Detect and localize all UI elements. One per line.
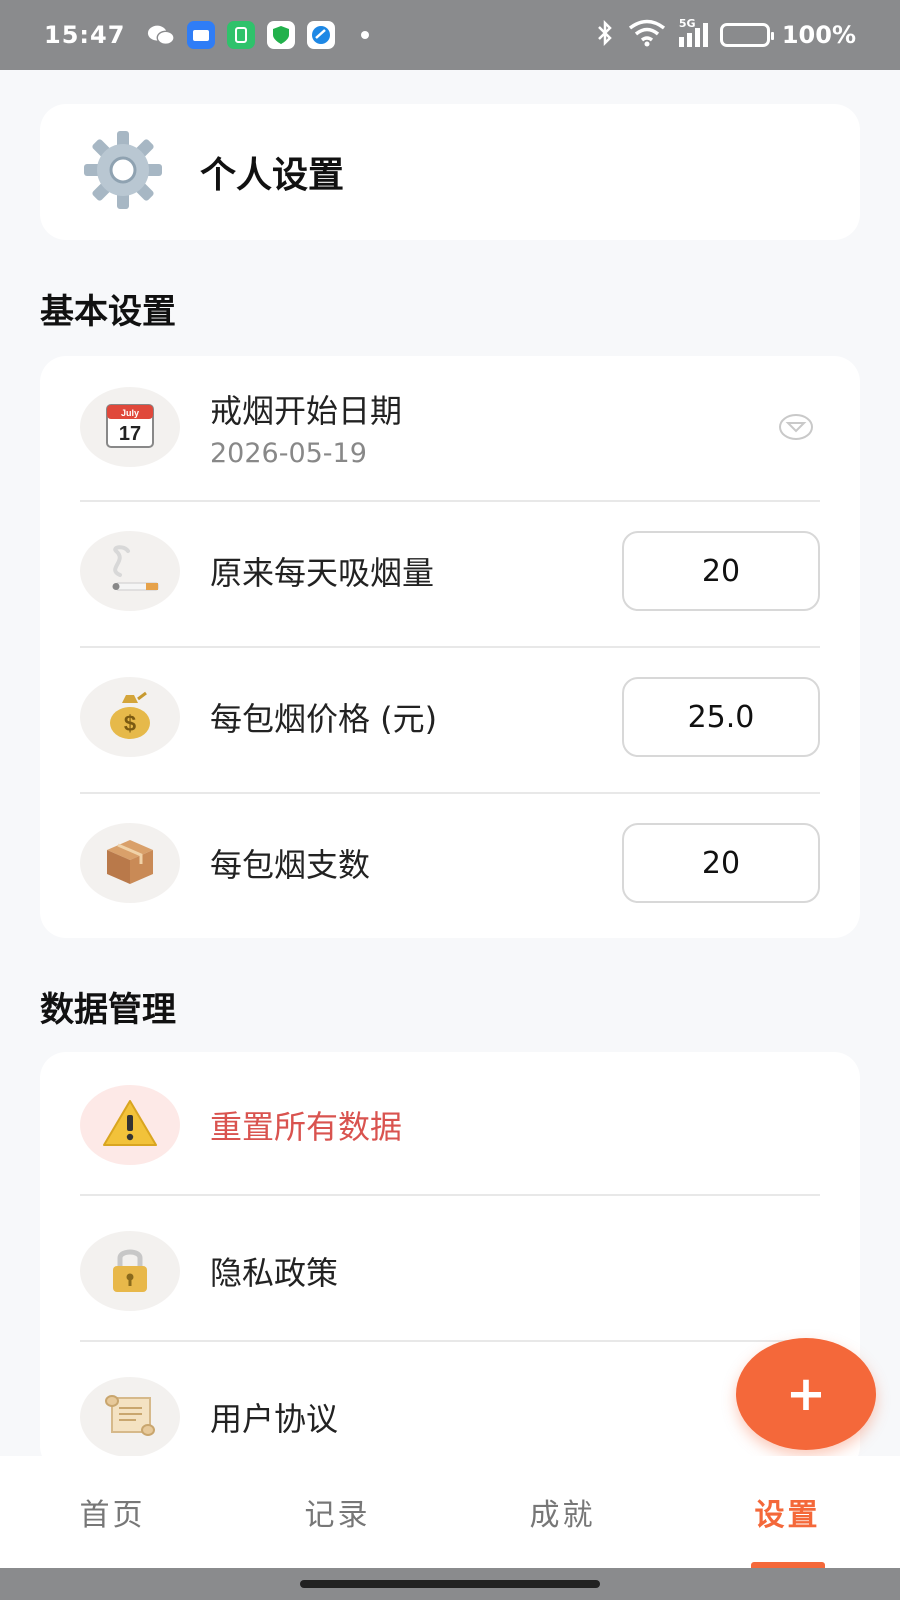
scroll-icon-circle: [80, 1377, 180, 1457]
network-type: 5G: [678, 17, 696, 30]
pack-price-input[interactable]: [622, 677, 820, 757]
money-bag-icon-circle: $: [80, 677, 180, 757]
money-bag-icon: $: [104, 689, 156, 745]
divider: [80, 646, 820, 648]
gesture-bar: [0, 1568, 900, 1600]
status-bar: 15:47 5G 100%: [0, 0, 900, 70]
divider: [80, 1340, 820, 1342]
setting-row-pack-price: $ 每包烟价格 (元): [80, 672, 820, 762]
divider: [80, 792, 820, 794]
reset-texts: 重置所有数据: [210, 1102, 402, 1148]
status-time: 15:47: [44, 21, 126, 49]
signal-icon: 5G: [678, 17, 708, 47]
page-title: 个人设置: [200, 155, 345, 196]
notification-dot: [361, 31, 370, 39]
status-left: 15:47: [44, 21, 370, 49]
folder-app-icon: [187, 21, 216, 49]
privacy-label: 隐私政策: [210, 1254, 339, 1292]
shield-app-icon: [267, 21, 296, 49]
green-app-icon: [227, 21, 256, 49]
wifi-icon: [627, 19, 667, 51]
setting-row-daily-cigarettes: 原来每天吸烟量: [80, 526, 820, 616]
daily-cigarettes-input[interactable]: [622, 531, 820, 611]
bluetooth-icon: [595, 19, 615, 51]
battery-level: 100%: [781, 21, 856, 49]
reset-label: 重置所有数据: [210, 1108, 403, 1146]
warning-icon-circle: [80, 1085, 180, 1165]
bottom-nav: 首页 记录 成就 设置: [0, 1456, 900, 1568]
nav-tab-records[interactable]: 记录: [225, 1456, 450, 1568]
quit-date-label: 戒烟开始日期: [210, 391, 403, 430]
status-right: 5G 100%: [595, 17, 856, 51]
setting-row-reset[interactable]: 重置所有数据: [80, 1080, 820, 1170]
chevron-down-icon[interactable]: [778, 413, 814, 441]
nav-tab-settings[interactable]: 设置: [675, 1456, 900, 1568]
pack-count-texts: 每包烟支数: [210, 840, 370, 886]
add-record-button[interactable]: +: [736, 1338, 876, 1450]
package-icon: [103, 836, 157, 890]
section-title-basic: 基本设置: [40, 292, 176, 332]
scroll-icon: [102, 1392, 158, 1442]
calendar-day: 17: [119, 423, 141, 445]
pack-count-input[interactable]: [622, 823, 820, 903]
quit-date-texts: 戒烟开始日期 2026-05-19: [210, 386, 402, 469]
daily-cigarettes-label: 原来每天吸烟量: [210, 554, 435, 592]
blue-app-icon: [307, 21, 336, 49]
gear-icon: [82, 129, 164, 215]
pack-count-label: 每包烟支数: [210, 846, 371, 884]
setting-row-quit-date[interactable]: July 17 戒烟开始日期 2026-05-19: [80, 382, 820, 472]
calendar-month: July: [121, 408, 139, 418]
calendar-icon-circle: July 17: [80, 387, 180, 467]
setting-row-privacy[interactable]: 隐私政策: [80, 1226, 820, 1316]
agreement-label: 用户协议: [210, 1400, 339, 1438]
home-indicator[interactable]: [300, 1580, 600, 1588]
basic-settings-card: July 17 戒烟开始日期 2026-05-19 原来每天吸烟量 20 $ 每…: [40, 356, 860, 938]
nav-tab-achievements[interactable]: 成就: [450, 1456, 675, 1568]
lock-icon-circle: [80, 1231, 180, 1311]
section-title-data: 数据管理: [40, 990, 176, 1030]
privacy-texts: 隐私政策: [210, 1248, 338, 1294]
pack-price-label: 每包烟价格 (元): [210, 700, 438, 738]
svg-text:$: $: [124, 711, 136, 736]
cigarette-icon: [98, 541, 162, 601]
divider: [80, 1194, 820, 1196]
setting-row-pack-count: 每包烟支数: [80, 818, 820, 908]
battery-icon: [719, 23, 774, 47]
data-management-card: 重置所有数据 隐私政策 用户协议: [40, 1052, 860, 1472]
agreement-texts: 用户协议: [210, 1394, 338, 1440]
plus-icon: +: [785, 1366, 827, 1422]
cigarette-icon-circle: [80, 531, 180, 611]
pack-price-texts: 每包烟价格 (元): [210, 694, 437, 740]
calendar-icon: July 17: [105, 401, 155, 453]
daily-cigarettes-texts: 原来每天吸烟量: [210, 548, 434, 594]
package-icon-circle: [80, 823, 180, 903]
lock-icon: [108, 1244, 152, 1298]
warning-icon: [101, 1098, 159, 1152]
nav-tab-home[interactable]: 首页: [0, 1456, 225, 1568]
setting-row-agreement[interactable]: 用户协议: [80, 1372, 820, 1462]
divider: [80, 500, 820, 502]
wechat-icon: [147, 21, 176, 49]
quit-date-value: 2026-05-19: [210, 437, 367, 469]
header-card: 个人设置: [40, 104, 860, 240]
